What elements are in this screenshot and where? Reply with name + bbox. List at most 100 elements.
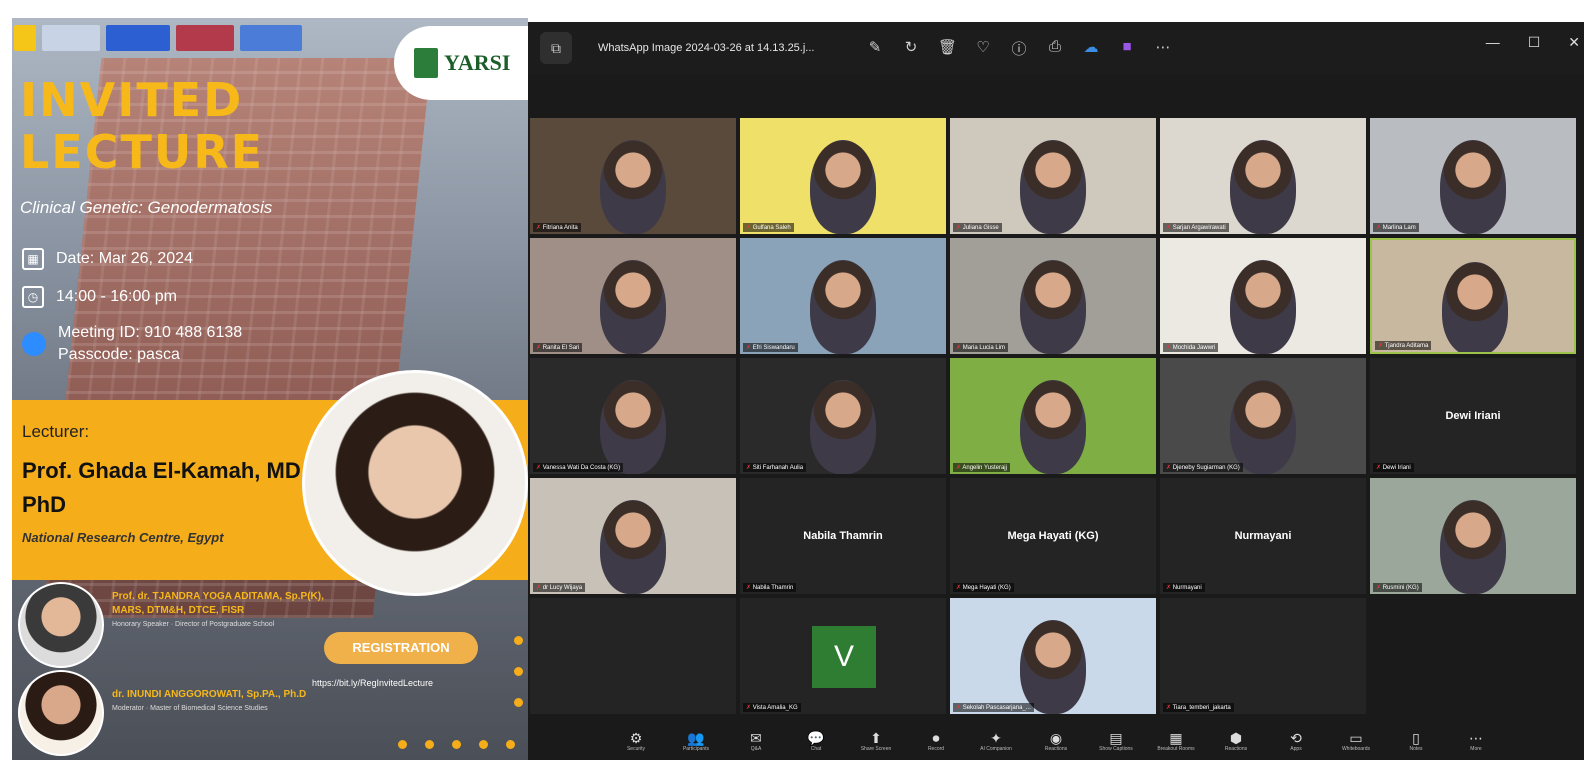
date-row: ▦ Date: Mar 26, 2024 <box>22 248 193 270</box>
participant-tile[interactable]: Nurmayani Nurmayani <box>1160 478 1366 594</box>
toolbar-button[interactable]: ⏺ Record <box>915 730 957 752</box>
maximize-icon[interactable]: ☐ <box>1528 34 1541 51</box>
participant-tile[interactable]: Vanessa Wati Da Costa (KG) <box>530 358 736 474</box>
rotate-icon[interactable]: ↻ <box>902 38 920 59</box>
toolbar-label: Security <box>626 746 646 752</box>
participant-tile[interactable]: Fitriana Anita <box>530 118 736 234</box>
yarsi-emblem-icon <box>414 48 438 78</box>
participant-tile[interactable]: dr Lucy Wijaya <box>530 478 736 594</box>
toolbar-icon: ▦ <box>1169 730 1183 746</box>
participant-tile[interactable]: Marlina Lam <box>1370 118 1576 234</box>
participant-tile[interactable] <box>530 598 736 714</box>
participant-name-label: Tiara_temberi_jakarta <box>1163 703 1234 712</box>
participant-display-name: Dewi Iriani <box>1445 410 1501 422</box>
participant-tile[interactable]: Nabila Thamrin Nabila Thamrin <box>740 478 946 594</box>
speaker-1: Prof. dr. TJANDRA YOGA ADITAMA, Sp.P(K),… <box>18 582 342 668</box>
close-icon[interactable]: ✕ <box>1568 34 1580 51</box>
toolbar-label: Show Captions <box>1099 746 1133 752</box>
toolbar-icon: ⋯ <box>1469 730 1483 746</box>
dot <box>452 740 461 749</box>
participant-name-label: dr Lucy Wijaya <box>533 583 586 592</box>
participant-name-label: Vista Amalia_KG <box>743 703 801 712</box>
clipchamp-icon[interactable]: ■ <box>1118 38 1136 59</box>
toolbar-button[interactable]: ✉ Q&A <box>735 730 777 752</box>
passcode: Passcode: pasca <box>58 346 180 363</box>
toolbar-button[interactable]: ⬆ Share Screen <box>855 730 897 752</box>
participant-tile[interactable]: Mochida Jawwri <box>1160 238 1366 354</box>
favorite-icon[interactable]: ♡ <box>974 38 992 59</box>
toolbar-button[interactable]: ✦ AI Companion <box>975 730 1017 752</box>
participant-tile[interactable]: Ranita El Sari <box>530 238 736 354</box>
print-icon[interactable]: ⎙ <box>1046 38 1064 59</box>
participant-tile[interactable]: V Vista Amalia_KG <box>740 598 946 714</box>
participant-name-label: Maria Lucia Lim <box>953 343 1009 352</box>
lecturer-affiliation: National Research Centre, Egypt <box>22 530 224 545</box>
toolbar-button[interactable]: ⟲ Apps <box>1275 730 1317 752</box>
participant-tile[interactable]: Tiara_temberi_jakarta <box>1160 598 1366 714</box>
participant-display-name: Mega Hayati (KG) <box>1007 530 1099 542</box>
toolbar-button[interactable]: ◉ Reactions <box>1035 730 1077 752</box>
toolbar-button[interactable]: ⬢ Reactions <box>1215 730 1257 752</box>
participant-name-label: Gulfana Saleh <box>743 223 794 232</box>
participant-name-label: Tjandra Aditama <box>1375 341 1432 350</box>
toolbar-label: Notes <box>1409 746 1423 752</box>
participant-avatar: V <box>812 626 876 688</box>
yarsi-logo-text: YARSI <box>444 50 511 75</box>
participant-tile[interactable]: Maria Lucia Lim <box>950 238 1156 354</box>
edit-icon[interactable]: ✎ <box>866 38 884 59</box>
toolbar-button[interactable]: ⚙ Security <box>615 730 657 752</box>
decorative-dots <box>514 636 523 707</box>
info-icon[interactable]: ⓘ <box>1010 38 1028 59</box>
toolbar-button[interactable]: 👥 Participants <box>675 730 717 752</box>
toolbar-icon: ▤ <box>1109 730 1123 746</box>
participant-tile[interactable]: Djeneby Sugiarman (KG) <box>1160 358 1366 474</box>
minimize-icon[interactable]: — <box>1486 34 1500 51</box>
dot <box>506 740 515 749</box>
calendar-icon: ▦ <box>22 248 44 270</box>
participant-tile[interactable]: Rusmini (KG) <box>1370 478 1576 594</box>
toolbar-label: Participants <box>682 746 710 752</box>
photos-app-icon[interactable]: ⧉ <box>540 32 572 64</box>
poster-heading: INVITED LECTURE <box>20 74 264 178</box>
toolbar-button[interactable]: ▦ Breakout Rooms <box>1155 730 1197 752</box>
title-toolbar: ✎ ↻ 🗑 ♡ ⓘ ⎙ ☁ ■ ⋯ <box>866 38 1172 59</box>
participant-tile[interactable]: Siti Farhanah Aulia <box>740 358 946 474</box>
toolbar-button[interactable]: ▤ Show Captions <box>1095 730 1137 752</box>
toolbar-icon: ◉ <box>1049 730 1063 746</box>
registration-button[interactable]: REGISTRATION <box>324 632 478 664</box>
participant-tile[interactable]: Gulfana Saleh <box>740 118 946 234</box>
participant-video <box>810 140 876 234</box>
participant-video <box>1020 140 1086 234</box>
participant-tile[interactable]: Sarjan Argawirawati <box>1160 118 1366 234</box>
event-poster: YARSI INVITED LECTURE Clinical Genetic: … <box>12 18 528 760</box>
participant-video <box>1020 620 1086 714</box>
title-bar: ⧉ WhatsApp Image 2024-03-26 at 14.13.25.… <box>528 22 1584 74</box>
time-row: ◷ 14:00 - 16:00 pm <box>22 286 177 308</box>
participant-tile[interactable]: Tjandra Aditama <box>1370 238 1576 354</box>
participant-video <box>600 380 666 474</box>
participant-video <box>600 260 666 354</box>
participant-name-label: Vanessa Wati Da Costa (KG) <box>533 463 624 472</box>
participant-tile[interactable]: Dewi Iriani Dewi Iriani <box>1370 358 1576 474</box>
toolbar-icon: ⬢ <box>1229 730 1243 746</box>
toolbar-button[interactable]: 💬 Chat <box>795 730 837 752</box>
participant-display-name: Nabila Thamrin <box>803 530 883 542</box>
toolbar-button[interactable]: ▯ Notes <box>1395 730 1437 752</box>
more-icon[interactable]: ⋯ <box>1154 38 1172 59</box>
participant-tile[interactable]: Juliana Gisse <box>950 118 1156 234</box>
registration-url[interactable]: https://bit.ly/RegInvitedLecture <box>312 678 433 688</box>
toolbar-button[interactable]: ⋯ More <box>1455 730 1497 752</box>
participant-name-label: Rusmini (KG) <box>1373 583 1422 592</box>
participant-video <box>1020 260 1086 354</box>
toolbar-icon: ▭ <box>1349 730 1363 746</box>
participant-video <box>1440 500 1506 594</box>
delete-icon[interactable]: 🗑 <box>938 38 957 59</box>
participant-name-label: Angelin Yusterajj <box>953 463 1010 472</box>
participant-tile[interactable]: Sekolah Pascasarjana_... <box>950 598 1156 714</box>
participant-video <box>1440 140 1506 234</box>
participant-tile[interactable]: Mega Hayati (KG) Mega Hayati (KG) <box>950 478 1156 594</box>
toolbar-button[interactable]: ▭ Whiteboards <box>1335 730 1377 752</box>
participant-tile[interactable]: Angelin Yusterajj <box>950 358 1156 474</box>
onedrive-icon[interactable]: ☁ <box>1082 38 1100 59</box>
participant-tile[interactable]: Efri Siswandaru <box>740 238 946 354</box>
